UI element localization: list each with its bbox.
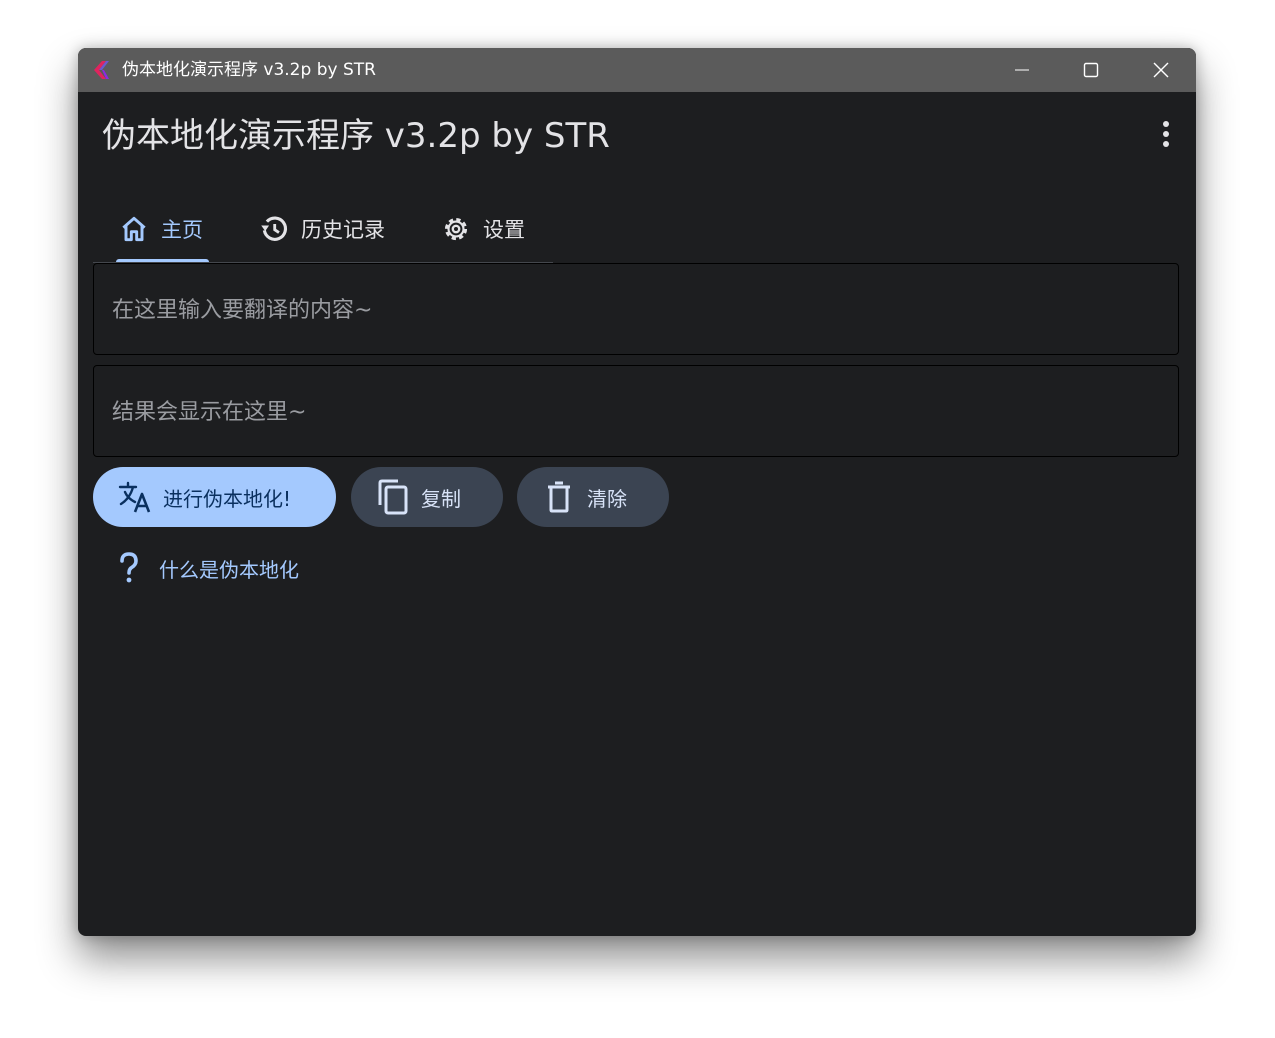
window-title: 伪本地化演示程序 v3.2p by STR [122, 60, 376, 80]
pseudo-localize-button[interactable]: 进行伪本地化! [93, 467, 336, 527]
app-logo-icon [94, 61, 109, 79]
home-icon [117, 212, 151, 246]
what-is-pseudo-localization-link[interactable]: 什么是伪本地化 [116, 548, 299, 588]
close-icon [1153, 62, 1169, 78]
clear-button[interactable]: 清除 [517, 467, 669, 527]
pseudo-localize-label: 进行伪本地化! [163, 486, 292, 511]
copy-button[interactable]: 复制 [351, 467, 503, 527]
result-text-field[interactable] [93, 365, 1179, 458]
tab-home-label: 主页 [161, 218, 203, 242]
tab-settings-label: 设置 [483, 218, 525, 242]
maximize-button[interactable] [1056, 48, 1126, 92]
history-icon [257, 212, 291, 246]
tab-bar: 主页 历史记录 设置 [93, 196, 553, 263]
tab-history[interactable]: 历史记录 [257, 196, 385, 262]
gear-icon [439, 212, 473, 246]
trash-icon [541, 479, 577, 515]
tab-settings[interactable]: 设置 [439, 196, 525, 262]
source-text-field[interactable] [93, 263, 1179, 356]
tab-home[interactable]: 主页 [117, 196, 203, 262]
title-bar[interactable]: 伪本地化演示程序 v3.2p by STR [78, 48, 1196, 92]
close-button[interactable] [1126, 48, 1196, 92]
app-window: 伪本地化演示程序 v3.2p by STR 伪本地化演示程序 v3.2p by … [78, 48, 1196, 936]
minimize-button[interactable] [987, 48, 1057, 92]
clear-label: 清除 [587, 486, 627, 511]
tab-history-label: 历史记录 [301, 218, 385, 242]
result-text-output[interactable] [110, 366, 1166, 458]
copy-label: 复制 [421, 486, 461, 511]
maximize-icon [1083, 62, 1099, 78]
help-link-label: 什么是伪本地化 [159, 557, 299, 582]
tab-indicator [116, 259, 209, 262]
minimize-icon [1015, 69, 1029, 71]
source-text-input[interactable] [110, 264, 1166, 356]
app-bar-title: 伪本地化演示程序 v3.2p by STR [102, 116, 610, 156]
copy-icon [375, 479, 411, 515]
translate-icon [117, 479, 153, 515]
question-mark-icon [116, 550, 142, 586]
more-menu-button[interactable] [1150, 116, 1182, 152]
more-vert-icon [1163, 121, 1169, 147]
